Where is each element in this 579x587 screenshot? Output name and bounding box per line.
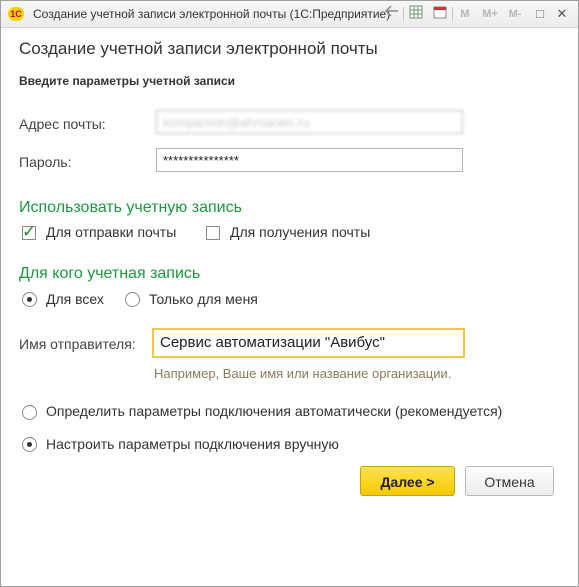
window-title: Создание учетной записи электронной почт…	[33, 7, 391, 21]
email-field[interactable]: kompanion@ahrsaoen.ru	[156, 110, 463, 134]
radio-selected-dot	[27, 297, 32, 302]
password-field[interactable]: ***************	[156, 148, 463, 172]
back-arrow-icon[interactable]	[383, 5, 401, 23]
manual-settings-label[interactable]: Настроить параметры подключения вручную	[46, 436, 339, 452]
account-for-section-title: Для кого учетная запись	[19, 265, 201, 282]
maximize-icon[interactable]: □	[531, 5, 549, 23]
toolbar-separator	[452, 7, 453, 21]
receive-mail-checkbox[interactable]	[206, 226, 220, 240]
receive-mail-label[interactable]: Для получения почты	[230, 224, 370, 240]
memory-m-button[interactable]: M	[456, 5, 474, 23]
auto-settings-radio[interactable]	[22, 405, 37, 420]
radio-selected-dot	[27, 442, 32, 447]
sender-name-label: Имя отправителя:	[19, 336, 136, 352]
memory-plus-button[interactable]: M+	[479, 5, 501, 23]
for-all-label[interactable]: Для всех	[46, 291, 104, 307]
auto-settings-label[interactable]: Определить параметры подключения автомат…	[46, 403, 502, 419]
cancel-button[interactable]: Отмена	[465, 466, 554, 496]
send-mail-checkbox[interactable]: ✓	[22, 222, 36, 241]
checkmark-icon: ✓	[22, 222, 37, 241]
sender-name-field[interactable]: Сервис автоматизации "Авибус"	[152, 328, 465, 358]
password-label: Пароль:	[19, 154, 72, 170]
email-label: Адрес почты:	[19, 116, 106, 132]
sender-name-hint: Например, Ваше имя или название организа…	[154, 366, 452, 381]
spreadsheet-icon[interactable]	[407, 5, 425, 23]
dialog-window: 1С Создание учетной записи электронной п…	[0, 0, 579, 587]
toolbar-separator	[403, 7, 404, 21]
title-bar: 1С Создание учетной записи электронной п…	[1, 1, 578, 28]
next-button[interactable]: Далее >	[360, 466, 455, 496]
form-subheading: Введите параметры учетной записи	[19, 74, 236, 88]
calendar-icon[interactable]	[431, 5, 449, 23]
for-all-radio[interactable]	[22, 292, 37, 307]
app-logo-icon: 1С	[8, 7, 24, 21]
page-title: Создание учетной записи электронной почт…	[19, 39, 378, 58]
use-account-section-title: Использовать учетную запись	[19, 199, 242, 216]
memory-minus-button[interactable]: M-	[504, 5, 526, 23]
only-me-label[interactable]: Только для меня	[149, 291, 258, 307]
send-mail-label[interactable]: Для отправки почты	[46, 224, 176, 240]
close-icon[interactable]: ✕	[553, 5, 571, 23]
manual-settings-radio[interactable]	[22, 437, 37, 452]
only-me-radio[interactable]	[125, 292, 140, 307]
